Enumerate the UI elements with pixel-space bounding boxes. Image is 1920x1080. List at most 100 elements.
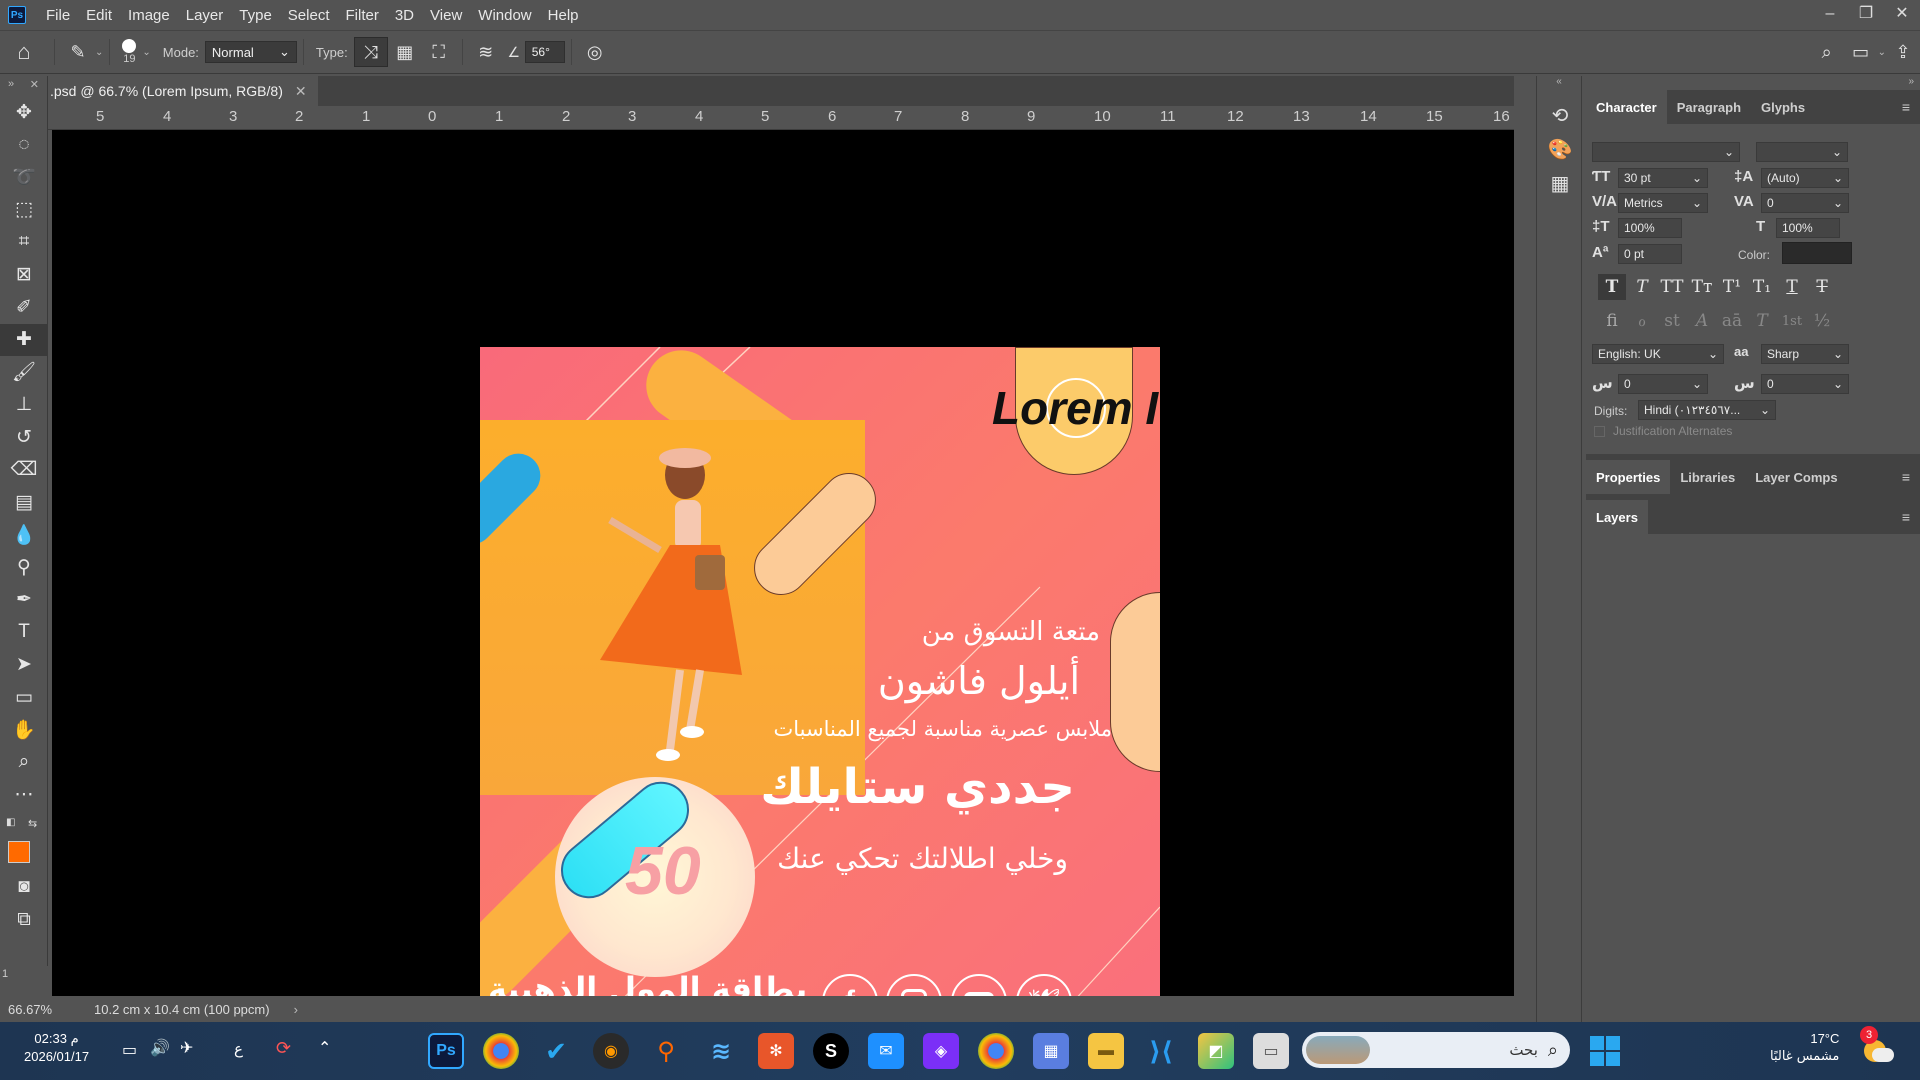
sync-icon[interactable]: ⟳ bbox=[276, 1038, 291, 1059]
status-arrow-icon[interactable]: › bbox=[294, 1002, 298, 1017]
baseline-shift-input[interactable]: 0 pt bbox=[1618, 244, 1682, 264]
healing-brush-tool-icon[interactable]: ✚ bbox=[0, 323, 48, 356]
outlook-taskbar-icon[interactable]: ✉ bbox=[868, 1033, 904, 1069]
swap-colors-icon[interactable]: ⇆ bbox=[28, 817, 37, 830]
menu-filter[interactable]: Filter bbox=[338, 7, 387, 24]
menu-layer[interactable]: Layer bbox=[178, 7, 232, 24]
more-tools-icon[interactable]: ⋯ bbox=[0, 779, 48, 812]
arabic-field-1[interactable]: 0 ⌄ bbox=[1618, 374, 1708, 394]
old-style-button[interactable]: ℴ bbox=[1628, 308, 1656, 334]
faux-italic-button[interactable]: T bbox=[1628, 274, 1656, 300]
tab-layer-comps[interactable]: Layer Comps bbox=[1745, 460, 1847, 494]
clock[interactable]: 02:33 م 2026/01/17 bbox=[24, 1030, 89, 1066]
hand-tool-icon[interactable]: ✋ bbox=[0, 714, 48, 747]
arabic-field-2[interactable]: 0 ⌄ bbox=[1761, 374, 1849, 394]
brush-tool-icon[interactable]: 🖌 bbox=[0, 356, 48, 389]
xampp-taskbar-icon[interactable]: ✻ bbox=[758, 1033, 794, 1069]
close-button[interactable]: ✕ bbox=[1884, 0, 1920, 30]
chevron-down-icon[interactable]: ⌄ bbox=[142, 47, 150, 58]
digits-select[interactable]: Hindi (٠١٢٣٤٥٦٧... ⌄ bbox=[1638, 400, 1776, 420]
chrome-taskbar-icon[interactable] bbox=[483, 1033, 519, 1069]
content-aware-icon[interactable]: ⤨ bbox=[353, 37, 388, 67]
restore-button[interactable]: ❐ bbox=[1848, 0, 1884, 30]
mode-select[interactable]: Normal ⌄ bbox=[204, 41, 297, 63]
airplane-icon[interactable]: ✈ bbox=[180, 1038, 193, 1058]
small-caps-button[interactable]: Tт bbox=[1688, 274, 1716, 300]
horizontal-scale-input[interactable]: 100% bbox=[1776, 218, 1840, 238]
tab-character[interactable]: Character bbox=[1586, 90, 1667, 124]
menu-type[interactable]: Type bbox=[231, 7, 280, 24]
leading-input[interactable]: (Auto) ⌄ bbox=[1761, 168, 1849, 188]
font-style-select[interactable]: ⌄ bbox=[1756, 142, 1848, 162]
chrome-2-taskbar-icon[interactable] bbox=[978, 1033, 1014, 1069]
quick-mask-icon[interactable]: ◙ bbox=[0, 871, 48, 904]
foreground-color-swatch[interactable] bbox=[8, 841, 30, 863]
titling-alternates-button[interactable]: T bbox=[1748, 308, 1776, 334]
blender-taskbar-icon[interactable]: ◉ bbox=[593, 1033, 629, 1069]
expand-icon[interactable]: » bbox=[1586, 76, 1920, 90]
eraser-tool-icon[interactable]: ⌫ bbox=[0, 454, 48, 487]
tab-paragraph[interactable]: Paragraph bbox=[1667, 90, 1751, 124]
workspace-icon[interactable]: ▭ bbox=[1844, 37, 1878, 67]
menu-select[interactable]: Select bbox=[280, 7, 338, 24]
screen-mode-icon[interactable]: ⧉ bbox=[0, 904, 48, 937]
artboard[interactable]: Lorem I 50 متعة التسوق من أيلول فاشون مل… bbox=[480, 347, 1160, 1000]
share-icon[interactable]: ⇪ bbox=[1886, 37, 1920, 67]
app-purple-taskbar-icon[interactable]: ◈ bbox=[923, 1033, 959, 1069]
angle-input[interactable]: 56° bbox=[524, 41, 565, 63]
proximity-match-icon[interactable]: ⛶ bbox=[422, 37, 456, 67]
justification-alternates-checkbox[interactable]: Justification Alternates bbox=[1594, 424, 1732, 438]
todo-taskbar-icon[interactable]: ✔ bbox=[538, 1033, 574, 1069]
color-panel-icon[interactable]: 🎨 bbox=[1537, 132, 1583, 166]
fractions-button[interactable]: ½ bbox=[1808, 308, 1836, 334]
lasso-tool-icon[interactable]: ➰ bbox=[0, 161, 48, 194]
pressure-size-icon[interactable]: ◎ bbox=[578, 37, 612, 67]
stylistic-alternates-button[interactable]: aā bbox=[1718, 308, 1746, 334]
sample-all-layers-icon[interactable]: ≋ bbox=[469, 37, 503, 67]
crop-tool-icon[interactable]: ⌗ bbox=[0, 226, 48, 259]
menu-window[interactable]: Window bbox=[470, 7, 539, 24]
weather-widget[interactable]: 17°C مشمس غالبًا bbox=[1770, 1030, 1839, 1066]
menu-help[interactable]: Help bbox=[540, 7, 587, 24]
app-taskbar-icon[interactable]: ≋ bbox=[703, 1033, 739, 1069]
rectangle-tool-icon[interactable]: ▭ bbox=[0, 681, 48, 714]
window-taskbar-icon[interactable]: ▭ bbox=[1253, 1033, 1289, 1069]
s-app-taskbar-icon[interactable]: S bbox=[813, 1033, 849, 1069]
home-icon[interactable]: ⌂ bbox=[0, 37, 48, 67]
panel-menu-icon[interactable]: ≡ bbox=[1902, 99, 1920, 115]
panel-menu-icon[interactable]: ≡ bbox=[1902, 469, 1920, 485]
input-language[interactable]: ع bbox=[234, 1040, 243, 1058]
font-size-input[interactable]: 30 pt ⌄ bbox=[1618, 168, 1708, 188]
vscode-taskbar-icon[interactable]: ⟩⟨ bbox=[1143, 1033, 1179, 1069]
language-select[interactable]: English: UK ⌄ bbox=[1592, 344, 1724, 364]
path-select-tool-icon[interactable]: ➤ bbox=[0, 649, 48, 682]
menu-file[interactable]: File bbox=[38, 7, 78, 24]
layers-list[interactable] bbox=[1586, 534, 1920, 1014]
tab-properties[interactable]: Properties bbox=[1586, 460, 1671, 494]
search-box[interactable]: بحث ⌕ bbox=[1302, 1032, 1570, 1068]
store-taskbar-icon[interactable]: ▦ bbox=[1033, 1033, 1069, 1069]
vertical-scale-input[interactable]: 100% bbox=[1618, 218, 1682, 238]
menu-image[interactable]: Image bbox=[120, 7, 178, 24]
gradient-tool-icon[interactable]: ▤ bbox=[0, 486, 48, 519]
menu-view[interactable]: View bbox=[422, 7, 470, 24]
tracking-input[interactable]: 0 ⌄ bbox=[1761, 193, 1849, 213]
chevron-up-icon[interactable]: ⌃ bbox=[318, 1038, 331, 1058]
menu-3d[interactable]: 3D bbox=[387, 7, 422, 24]
create-texture-icon[interactable]: ▦ bbox=[388, 37, 422, 67]
brush-size-picker[interactable]: 19 bbox=[122, 39, 137, 65]
ordinals-button[interactable]: 1st bbox=[1778, 308, 1806, 334]
pen-tool-icon[interactable]: ✒ bbox=[0, 584, 48, 617]
tab-libraries[interactable]: Libraries bbox=[1670, 460, 1745, 494]
menu-edit[interactable]: Edit bbox=[78, 7, 120, 24]
faux-bold-button[interactable]: T bbox=[1598, 274, 1626, 300]
collapse-icon[interactable]: « bbox=[1537, 76, 1581, 98]
close-icon[interactable]: ✕ bbox=[295, 83, 307, 100]
document-tab[interactable]: .psd @ 66.7% (Lorem Ipsum, RGB/8) ✕ bbox=[48, 76, 318, 106]
tab-glyphs[interactable]: Glyphs bbox=[1751, 90, 1815, 124]
healing-brush-preset-icon[interactable]: ✎ bbox=[61, 37, 95, 67]
app-colorful-taskbar-icon[interactable]: ◩ bbox=[1198, 1033, 1234, 1069]
chevron-down-icon[interactable]: ⌄ bbox=[1878, 47, 1886, 58]
photoshop-taskbar-icon[interactable]: Ps bbox=[428, 1033, 464, 1069]
move-tool-icon[interactable]: ✥ bbox=[0, 96, 48, 129]
